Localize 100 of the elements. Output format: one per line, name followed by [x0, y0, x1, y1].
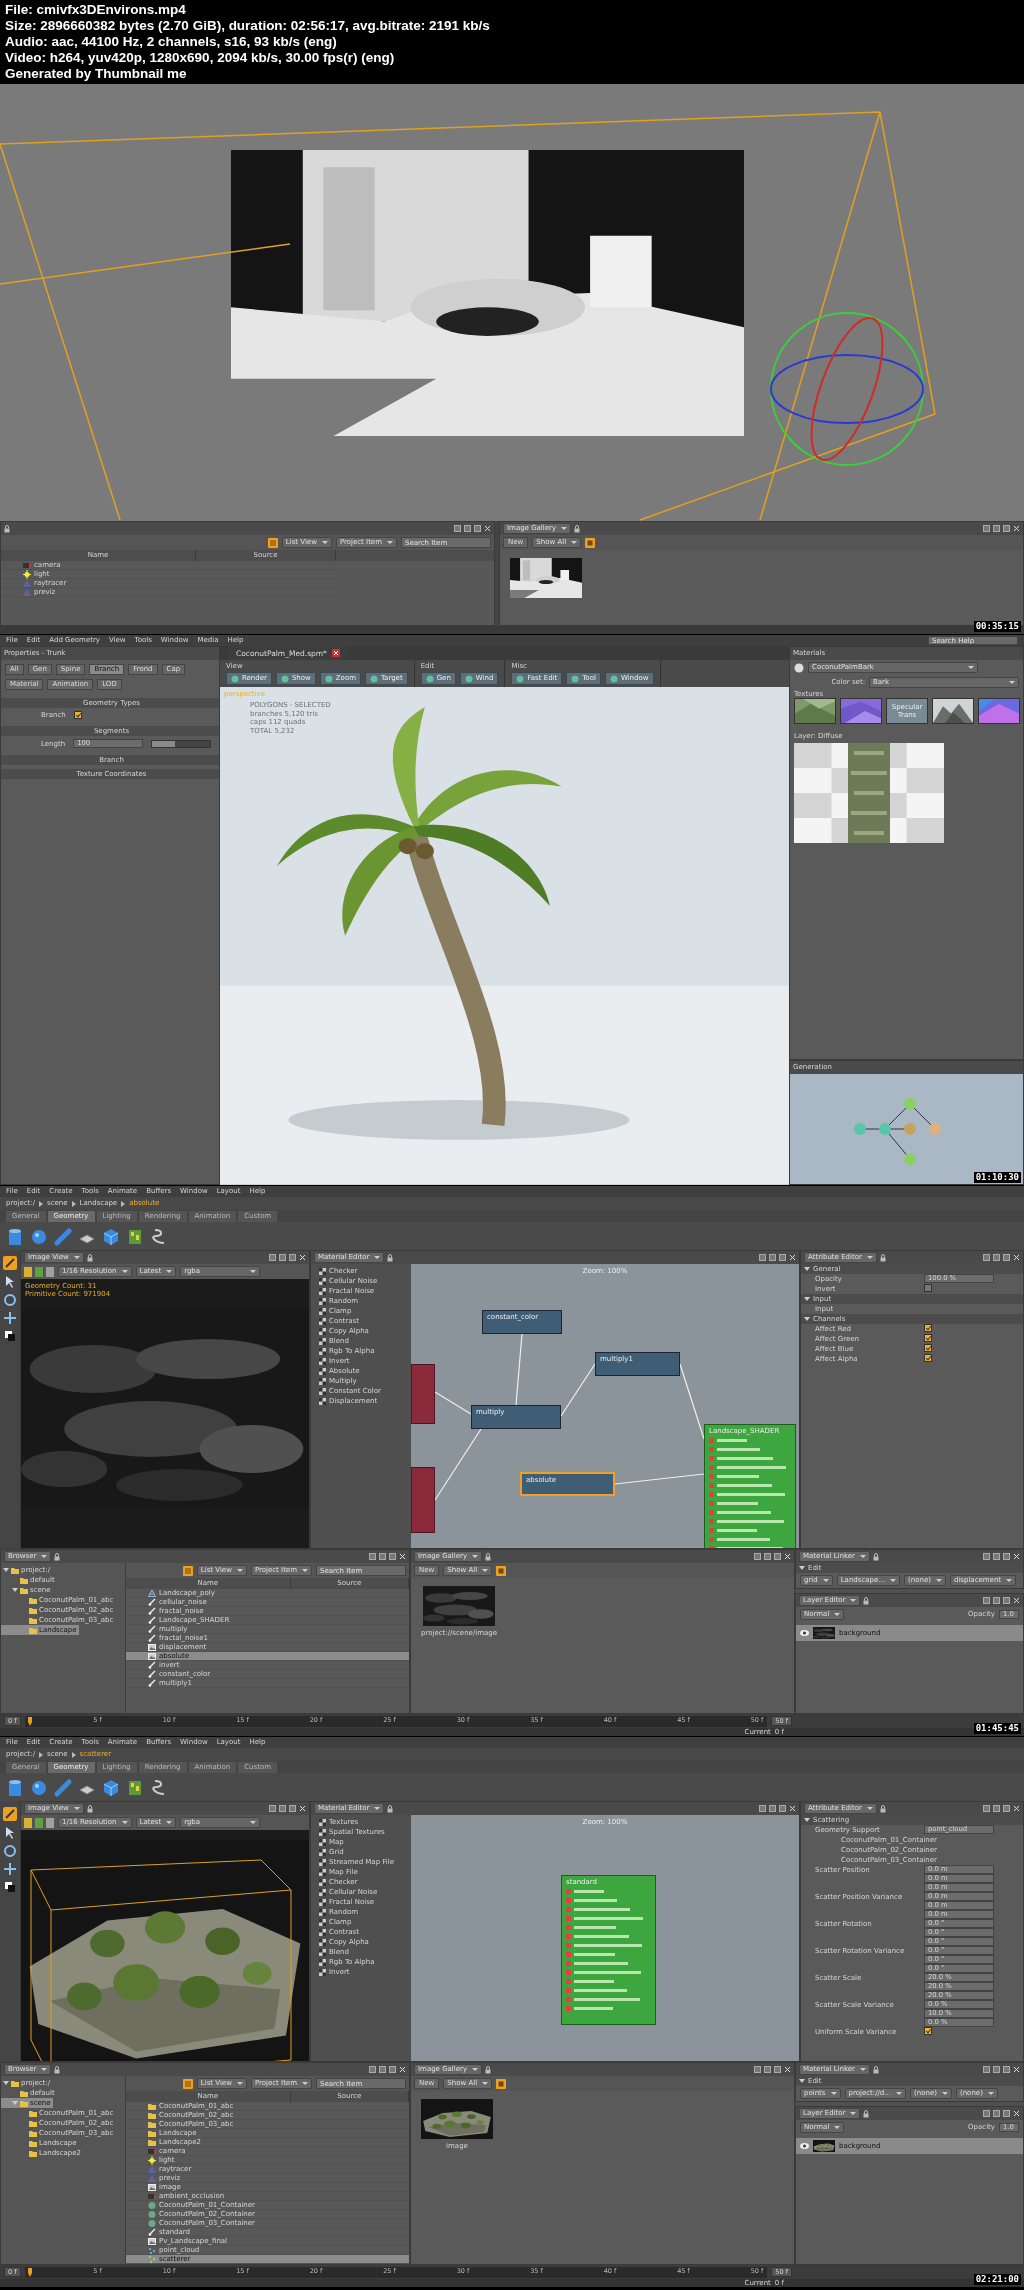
close-icon[interactable]	[1013, 2110, 1020, 2117]
image-icon	[148, 2182, 156, 2192]
eye-icon[interactable]	[800, 1630, 809, 1636]
lock-icon[interactable]	[879, 1253, 886, 1262]
brush-icon[interactable]	[3, 1256, 17, 1270]
close-icon[interactable]	[1013, 1553, 1020, 1560]
playhead-icon[interactable]	[26, 2267, 33, 2277]
capsule-icon[interactable]	[54, 1226, 72, 1246]
checker-icon	[319, 1828, 326, 1836]
checker-icon	[319, 1267, 326, 1275]
cylinder-icon[interactable]	[6, 1777, 24, 1797]
color-swatch-icon[interactable]	[4, 1330, 16, 1342]
timestamp: 02:21:00	[973, 2274, 1021, 2285]
checkbox[interactable]	[924, 1344, 932, 1352]
lock-icon[interactable]	[485, 2065, 492, 2074]
mesh-icon	[148, 1589, 156, 1598]
lock-icon[interactable]	[574, 524, 581, 533]
circle-icon	[425, 674, 434, 683]
close-icon[interactable]	[1013, 525, 1020, 532]
list-mode-icon[interactable]	[267, 537, 278, 548]
checker-icon	[319, 1347, 326, 1355]
close-icon[interactable]	[484, 525, 491, 532]
timestamp: 01:10:30	[973, 1172, 1021, 1183]
checkbox[interactable]	[924, 2027, 932, 2035]
lock-icon[interactable]	[4, 524, 10, 533]
close-icon[interactable]	[299, 1805, 306, 1812]
eye-icon[interactable]	[800, 2143, 809, 2149]
circle-icon	[324, 674, 333, 683]
close-icon[interactable]	[1013, 1805, 1020, 1812]
move-icon[interactable]	[4, 1863, 16, 1875]
playhead-icon[interactable]	[26, 1716, 33, 1726]
cylinder-icon[interactable]	[6, 1226, 24, 1246]
capsule-icon[interactable]	[54, 1777, 72, 1797]
checker-icon	[319, 1277, 326, 1285]
checker-icon	[319, 1387, 326, 1395]
lock-icon[interactable]	[872, 1552, 879, 1561]
close-icon[interactable]	[399, 2066, 406, 2073]
chevron-icon	[71, 1751, 76, 1758]
close-icon[interactable]	[1013, 2066, 1020, 2073]
sun-icon	[148, 2155, 156, 2165]
lock-icon[interactable]	[879, 1804, 886, 1813]
cube-icon[interactable]	[102, 1226, 120, 1246]
close-icon[interactable]	[299, 1254, 306, 1261]
close-icon[interactable]	[789, 1254, 796, 1261]
lock-icon[interactable]	[387, 1253, 394, 1262]
checker-icon	[319, 1928, 326, 1936]
close-icon[interactable]	[1013, 1254, 1020, 1261]
lock-icon[interactable]	[387, 1804, 394, 1813]
ring-icon[interactable]	[4, 1294, 16, 1306]
checkbox[interactable]	[924, 1324, 932, 1332]
move-icon[interactable]	[4, 1312, 16, 1324]
pointer-icon[interactable]	[5, 1827, 15, 1839]
checker-icon	[319, 1908, 326, 1916]
lock-icon[interactable]	[54, 1552, 61, 1561]
timestamp: 01:45:45	[973, 1723, 1021, 1734]
lock-icon[interactable]	[86, 1253, 93, 1262]
sun-icon	[23, 569, 31, 579]
checkbox[interactable]	[924, 1284, 932, 1292]
list-mode-icon[interactable]	[182, 1565, 193, 1576]
scatter-icon	[148, 2254, 156, 2264]
info-line: Generated by Thumbnail me	[5, 66, 187, 82]
checker-icon	[319, 1968, 326, 1976]
checker-icon	[319, 1848, 326, 1856]
image-icon	[148, 2236, 156, 2246]
info-line: Size: 2896660382 bytes (2.70 GiB), duration: 02:56:17, avg.bitrate: 2191 kb/s	[5, 18, 490, 34]
lock-icon[interactable]	[485, 1552, 492, 1561]
close-icon[interactable]	[1013, 1597, 1020, 1604]
chevron-icon	[39, 1751, 43, 1758]
gallery-mode-icon[interactable]	[496, 2078, 507, 2089]
checker-icon	[319, 1878, 326, 1886]
lock-icon[interactable]	[872, 2065, 879, 2074]
checkbox[interactable]	[73, 711, 82, 720]
cube-icon[interactable]	[102, 1777, 120, 1797]
checkbox[interactable]	[924, 1354, 932, 1362]
color-swatch-icon[interactable]	[4, 1881, 16, 1893]
lock-icon[interactable]	[54, 2065, 61, 2074]
lock-icon[interactable]	[863, 2109, 870, 2118]
list-mode-icon[interactable]	[182, 2078, 193, 2089]
graph-node[interactable]	[411, 1364, 435, 1424]
checker-icon	[319, 1898, 326, 1906]
pointer-icon[interactable]	[5, 1276, 15, 1288]
brush-icon[interactable]	[3, 1807, 17, 1821]
close-icon[interactable]	[331, 649, 340, 657]
node-graph-drawing[interactable]	[854, 1098, 941, 1165]
ring-icon[interactable]	[4, 1845, 16, 1857]
gallery-mode-icon[interactable]	[585, 537, 596, 548]
close-icon[interactable]	[784, 2066, 791, 2073]
close-icon[interactable]	[789, 1805, 796, 1812]
graph-node[interactable]	[411, 1467, 435, 1533]
close-icon[interactable]	[399, 1553, 406, 1560]
circle-icon	[231, 674, 239, 683]
circle-icon	[571, 674, 580, 683]
gallery-mode-icon[interactable]	[496, 1565, 507, 1576]
slider[interactable]	[151, 739, 212, 748]
checkbox[interactable]	[924, 1334, 932, 1342]
circle-icon	[280, 674, 289, 683]
circle-icon	[609, 674, 618, 683]
close-icon[interactable]	[784, 1553, 791, 1560]
lock-icon[interactable]	[86, 1804, 93, 1813]
lock-icon[interactable]	[863, 1596, 870, 1605]
